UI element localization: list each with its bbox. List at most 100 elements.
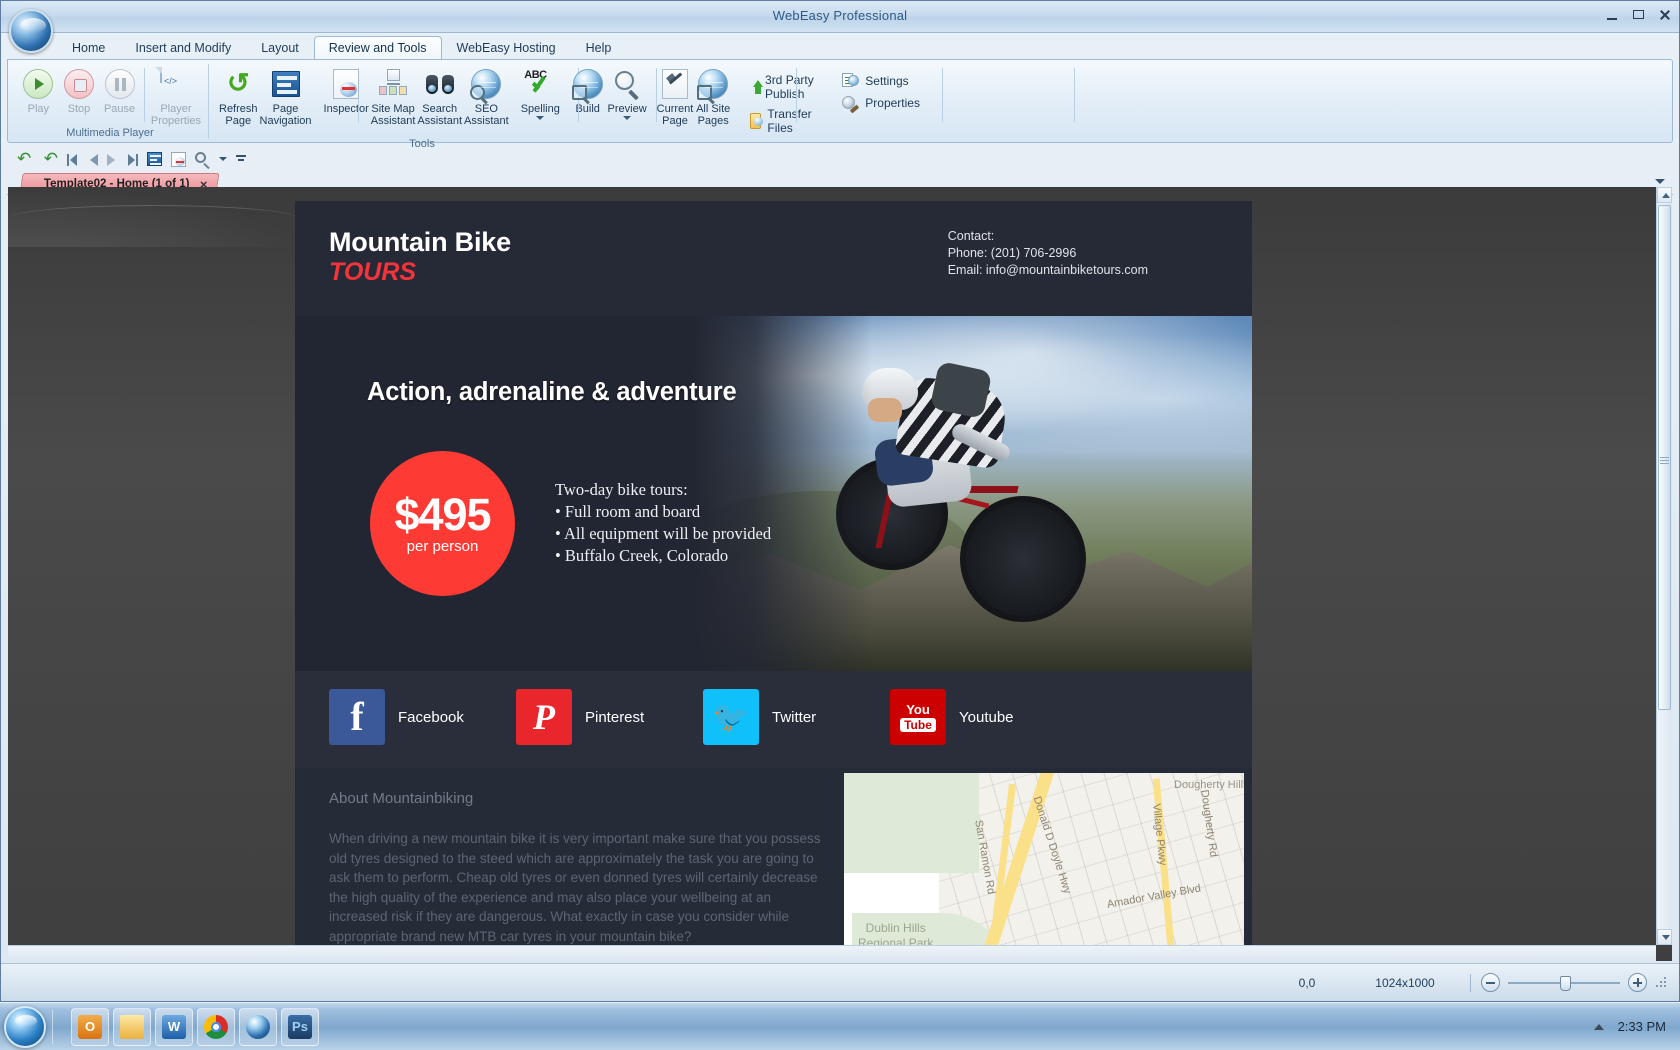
scroll-down-arrow-icon[interactable]: [1657, 929, 1672, 945]
document-tab-overflow-caret-icon[interactable]: [1655, 179, 1665, 184]
play-button[interactable]: Play: [18, 66, 59, 115]
zoom-slider[interactable]: [1508, 976, 1620, 990]
about-paragraph: When driving a new mountain bike it is v…: [329, 829, 829, 946]
status-separator: [1470, 974, 1471, 992]
contact-block: Contact: Phone: (201) 706-2996 Email: in…: [948, 228, 1148, 279]
about-text-column: About Mountainbiking When driving a new …: [329, 790, 829, 946]
redo-icon[interactable]: ↷: [42, 151, 58, 167]
file-explorer-icon: [120, 1015, 144, 1039]
taskbar-item-explorer[interactable]: [113, 1008, 151, 1046]
zoom-slider-thumb[interactable]: [1560, 976, 1571, 991]
previous-page-icon[interactable]: [90, 154, 98, 166]
map-regional-park-label: Dublin Hills Regional Park: [858, 921, 933, 946]
taskbar: O W Ps 2:33 PM: [0, 1002, 1680, 1050]
scroll-split-handle[interactable]: [1660, 455, 1669, 463]
next-page-icon[interactable]: [107, 154, 115, 166]
start-button[interactable]: [4, 1006, 46, 1048]
close-button[interactable]: [1655, 7, 1673, 23]
seo-globe-icon: [471, 69, 501, 99]
customize-toolbar-icon[interactable]: [236, 153, 246, 165]
player-properties-icon: [160, 67, 162, 83]
transfer-files-button[interactable]: Transfer Files: [744, 104, 822, 138]
current-page-button[interactable]: Current Page: [656, 66, 695, 127]
build-button[interactable]: Build: [569, 66, 607, 115]
taskbar-item-webeasy[interactable]: [239, 1008, 277, 1046]
taskbar-items: O W Ps: [71, 1008, 319, 1046]
pause-button[interactable]: Pause: [99, 66, 140, 115]
undo-icon[interactable]: ↶: [17, 151, 33, 167]
search-assistant-button[interactable]: Search Assistant: [416, 66, 463, 127]
zoom-in-button[interactable]: [1628, 973, 1647, 992]
spelling-dropdown-caret-icon[interactable]: [536, 116, 544, 120]
third-party-publish-button[interactable]: 3rd Party Publish: [744, 70, 822, 104]
tab-review-and-tools[interactable]: Review and Tools: [314, 36, 442, 60]
zoom-dropdown-caret-icon[interactable]: [219, 157, 227, 161]
zoom-out-button[interactable]: [1481, 973, 1500, 992]
canvas-size-indicator: 1024x1000: [1350, 976, 1460, 990]
taskbar-item-outlook[interactable]: O: [71, 1008, 109, 1046]
chrome-icon: [204, 1015, 228, 1039]
site-map-assistant-button[interactable]: Site Map Assistant: [370, 66, 417, 127]
tools-separator-4: [796, 68, 797, 122]
social-link-twitter[interactable]: 🐦 Twitter: [703, 689, 816, 745]
tour-item: • Full room and board: [555, 501, 771, 523]
tab-layout[interactable]: Layout: [246, 36, 314, 60]
seo-assistant-button[interactable]: SEO Assistant: [463, 66, 510, 127]
social-link-pinterest[interactable]: P Pinterest: [516, 689, 644, 745]
tab-insert-and-modify[interactable]: Insert and Modify: [120, 36, 246, 60]
social-link-facebook[interactable]: f Facebook: [329, 689, 464, 745]
tour-item: • Buffalo Creek, Colorado: [555, 545, 771, 567]
minimize-button[interactable]: [1603, 7, 1621, 23]
preview-button[interactable]: Preview: [607, 66, 648, 120]
hero-text-block: Action, adrenaline & adventure $495 per …: [295, 316, 855, 407]
taskbar-clock[interactable]: 2:33 PM: [1618, 1019, 1666, 1034]
preview-dropdown-caret-icon[interactable]: [623, 116, 631, 120]
tab-help[interactable]: Help: [571, 36, 627, 60]
properties-button[interactable]: Properties: [836, 92, 926, 114]
show-hidden-icons-icon[interactable]: [1594, 1024, 1604, 1030]
all-site-pages-button[interactable]: All Site Pages: [694, 66, 732, 127]
social-label: Pinterest: [585, 709, 644, 726]
settings-icon: [842, 73, 859, 89]
taskbar-item-photoshop[interactable]: Ps: [281, 1008, 319, 1046]
group-separator: [144, 68, 145, 122]
inspector-quick-icon[interactable]: [171, 152, 186, 167]
google-map-placeholder[interactable]: Donald D Doyle Hwy San Ramon Rd Village …: [844, 773, 1244, 946]
tab-home[interactable]: Home: [57, 36, 120, 60]
maximize-button[interactable]: [1629, 7, 1647, 23]
first-page-icon[interactable]: [67, 153, 81, 167]
youtube-tube-text: Tube: [900, 718, 936, 732]
binoculars-icon: [424, 69, 456, 99]
page-navigation-button[interactable]: Page Navigation: [259, 66, 313, 127]
taskbar-item-chrome[interactable]: [197, 1008, 235, 1046]
youtube-icon: You Tube: [890, 689, 946, 745]
resize-grip[interactable]: [1655, 976, 1669, 990]
tab-webeasy-hosting[interactable]: WebEasy Hosting: [442, 36, 571, 60]
spelling-icon: ABC: [524, 69, 558, 99]
title-bar: WebEasy Professional: [1, 1, 1679, 33]
page-navigation-quick-icon[interactable]: [147, 152, 162, 166]
taskbar-item-word[interactable]: W: [155, 1008, 193, 1046]
social-link-youtube[interactable]: You Tube Youtube: [890, 689, 1014, 745]
player-properties-button[interactable]: Player Properties: [150, 66, 202, 127]
about-heading: About Mountainbiking: [329, 790, 829, 807]
social-label: Facebook: [398, 709, 464, 726]
last-page-icon[interactable]: [124, 153, 138, 167]
canvas-horizontal-scrollbar[interactable]: [8, 945, 1656, 961]
rendered-webpage[interactable]: Mountain Bike TOURS Contact: Phone: (201…: [295, 201, 1252, 946]
design-canvas[interactable]: Mountain Bike TOURS Contact: Phone: (201…: [8, 187, 1672, 961]
spelling-button[interactable]: ABC Spelling: [520, 66, 561, 120]
inspector-button[interactable]: Inspector: [323, 66, 370, 115]
settings-button[interactable]: Settings: [836, 70, 926, 92]
canvas-vertical-scrollbar[interactable]: [1656, 187, 1672, 945]
canvas-decoration: [8, 187, 308, 247]
zoom-control[interactable]: [1481, 973, 1647, 992]
stop-button[interactable]: Stop: [59, 66, 100, 115]
zoom-quick-icon[interactable]: [195, 152, 210, 167]
facebook-icon: f: [329, 689, 385, 745]
publish-small-buttons: 3rd Party Publish Transfer Files: [744, 66, 822, 138]
cursor-coordinates: 0,0: [1264, 976, 1350, 990]
scroll-up-arrow-icon[interactable]: [1657, 187, 1672, 203]
refresh-page-button[interactable]: ↺ Refresh Page: [218, 66, 259, 127]
application-orb-icon[interactable]: [9, 9, 53, 53]
